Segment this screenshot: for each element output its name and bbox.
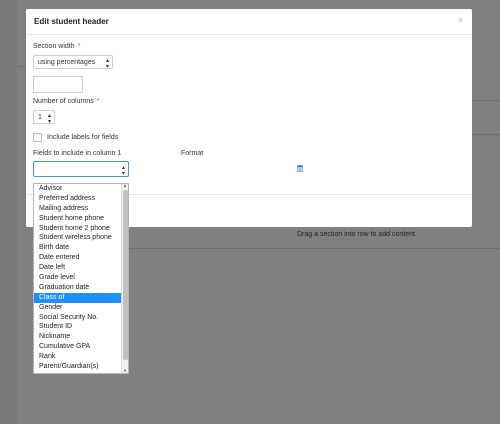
dropdown-option[interactable]: Class of — [34, 292, 128, 303]
dropdown-option[interactable]: Advisor — [34, 184, 128, 194]
number-of-columns-label: Number of columns * — [33, 98, 100, 105]
dropdown-option[interactable]: Nickname — [34, 332, 128, 342]
field-select[interactable]: ▴ ▾ — [33, 161, 129, 177]
format-label: Format — [181, 150, 204, 157]
include-labels-checkbox[interactable] — [33, 133, 42, 142]
dropdown-option[interactable]: Student home 2 phone — [34, 224, 128, 234]
dropdown-option[interactable]: Parent/Guardian(s) — [34, 362, 128, 372]
dropdown-option[interactable]: Student ID — [34, 322, 128, 332]
dropdown-option[interactable]: Mailing address — [34, 204, 128, 214]
dropdown-option[interactable]: Rank — [34, 352, 128, 362]
required-marker: * — [96, 98, 100, 105]
drag-section-hint: Drag a section into row to add content. — [297, 231, 417, 238]
dropdown-option[interactable]: Student home phone — [34, 214, 128, 224]
number-of-columns-select[interactable]: 1 ▴ ▾ — [33, 110, 55, 125]
dropdown-option[interactable]: Gender — [34, 303, 128, 313]
options-list: Advisor Preferred address Mailing address S… — [34, 184, 128, 372]
number-of-columns-value: 1 — [38, 114, 42, 121]
scroll-thumb[interactable] — [123, 190, 128, 360]
field-options-dropdown[interactable]: Advisor Preferred address Mailing address S… — [33, 183, 129, 374]
bg-divider — [472, 100, 500, 101]
section-width-label: Section width * — [33, 43, 81, 50]
dropdown-option[interactable]: Date entered — [34, 253, 128, 263]
select-arrows-icon: ▴ ▾ — [121, 165, 125, 177]
dropdown-option[interactable]: Cumulative GPA — [34, 342, 128, 352]
fields-column-label: Fields to include in column 1 — [33, 150, 122, 157]
dropdown-option[interactable]: Birth date — [34, 243, 128, 253]
dropdown-scrollbar[interactable]: ▲ ▼ — [121, 184, 128, 373]
required-marker: * — [77, 43, 81, 50]
bg-divider — [129, 248, 500, 249]
modal-header: Edit student header × — [26, 9, 472, 35]
dropdown-option[interactable]: Grade level — [34, 273, 128, 283]
section-width-value: using percentages — [38, 59, 96, 66]
bg-divider — [472, 134, 500, 135]
dropdown-option[interactable]: Date left — [34, 263, 128, 273]
dropdown-option[interactable]: Preferred address — [34, 194, 128, 204]
select-arrows-icon: ▴ ▾ — [47, 113, 51, 125]
scroll-up-icon[interactable]: ▲ — [123, 184, 127, 188]
include-labels-label: Include labels for fields — [47, 134, 119, 141]
section-width-select[interactable]: using percentages ▴ ▾ — [33, 55, 113, 70]
section-width-input[interactable] — [33, 76, 83, 93]
select-arrows-icon: ▴ ▾ — [105, 58, 109, 70]
scroll-down-icon[interactable]: ▼ — [123, 369, 127, 373]
dropdown-option[interactable]: Graduation date — [34, 283, 128, 293]
modal-title: Edit student header — [34, 17, 109, 26]
dropdown-option[interactable]: Social Security No. — [34, 313, 128, 323]
trash-icon[interactable] — [297, 165, 303, 172]
dropdown-option[interactable]: Student wireless phone — [34, 233, 128, 243]
close-icon[interactable]: × — [458, 16, 463, 25]
